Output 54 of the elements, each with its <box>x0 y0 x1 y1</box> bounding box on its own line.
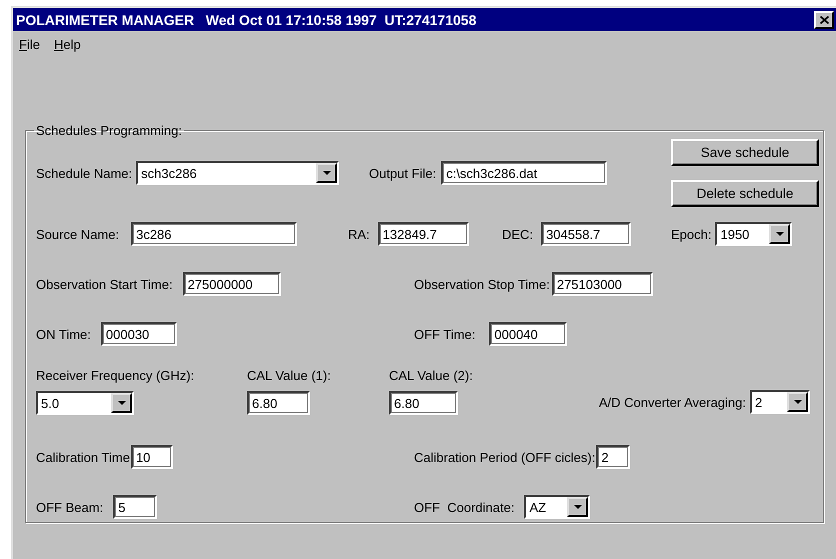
caret-icon <box>794 400 802 404</box>
input-field[interactable]: 6.80 <box>247 391 310 415</box>
schedule-button[interactable]: Save schedule <box>671 139 819 166</box>
input-field[interactable]: 6.80 <box>389 391 458 415</box>
dropdown-button[interactable] <box>567 497 588 517</box>
dropdown-button[interactable] <box>769 224 790 244</box>
close-icon <box>820 16 828 24</box>
input-field[interactable]: 275103000 <box>552 272 653 296</box>
dropdown-button[interactable] <box>787 392 808 412</box>
field-label: ON Time: <box>36 326 91 342</box>
dropdown[interactable]: AZ <box>524 495 590 519</box>
caret-icon <box>776 232 784 236</box>
window-title: POLARIMETER MANAGER Wed Oct 01 17:10:58 1997 UT:274171058 <box>16 12 476 28</box>
field-label: Observation Stop Time: <box>414 276 550 292</box>
input-field[interactable]: 3c286 <box>131 222 298 246</box>
field-label: A/D Converter Averaging: <box>598 394 746 410</box>
input-field[interactable]: c:\sch3c286.dat <box>441 161 608 185</box>
caret-icon <box>118 401 126 405</box>
field-label: OFF Coordinate: <box>414 500 514 514</box>
input-field[interactable]: 2 <box>596 445 630 469</box>
field-label: Epoch: <box>671 226 712 242</box>
caret-icon <box>322 171 331 175</box>
input-field[interactable]: 10 <box>130 445 173 469</box>
menu-item[interactable]: File <box>19 37 40 57</box>
input-field[interactable]: 275000000 <box>182 272 281 296</box>
input-field[interactable]: 5 <box>113 495 158 519</box>
field-label: Calibration Time <box>36 450 130 464</box>
field-label: RA: <box>348 226 370 242</box>
field-label: Source Name: <box>36 226 120 242</box>
input-field[interactable]: 132849.7 <box>378 222 469 246</box>
close-button[interactable] <box>814 10 834 28</box>
field-label: CAL Value (1): <box>247 368 332 383</box>
field-label: DEC: <box>502 226 534 242</box>
field-label: Receiver Frequency (GHz): <box>36 368 196 383</box>
field-label: Calibration Period (OFF cicles): <box>414 450 596 464</box>
menu-item[interactable]: Help <box>54 37 81 57</box>
field-label: OFF Time: <box>414 326 476 342</box>
dropdown[interactable]: 2 <box>750 390 810 414</box>
field-label: Schedule Name: <box>36 166 132 180</box>
caret-icon <box>574 505 582 509</box>
schedule-button[interactable]: Delete schedule <box>671 180 819 207</box>
dropdown-button[interactable] <box>111 393 132 413</box>
input-field[interactable]: 304558.7 <box>541 222 632 246</box>
field-label: CAL Value (2): <box>389 368 474 383</box>
group-title: Schedules Programming: <box>35 123 183 138</box>
field-label: Output File: <box>369 166 436 180</box>
input-field[interactable]: 000040 <box>489 322 568 346</box>
dropdown[interactable]: sch3c286 <box>136 161 340 185</box>
dropdown[interactable]: 5.0 <box>36 391 134 415</box>
field-label: OFF Beam: <box>36 500 104 514</box>
dropdown[interactable]: 1950 <box>715 222 792 246</box>
dropdown-button[interactable] <box>316 163 338 183</box>
field-label: Observation Start Time: <box>36 276 173 292</box>
input-field[interactable]: 000030 <box>100 322 177 346</box>
